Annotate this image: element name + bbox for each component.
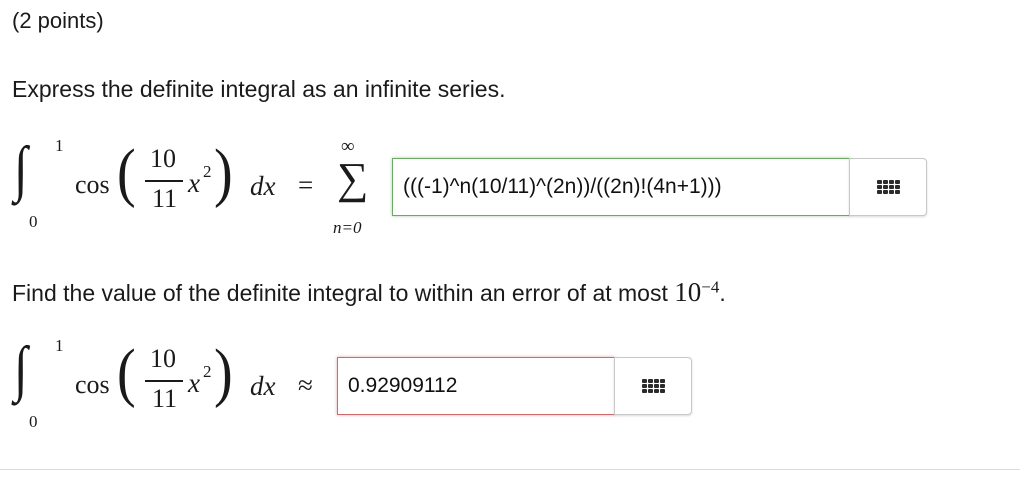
question1-prompt: Express the definite integral as an infi… [12, 76, 506, 102]
integral-expression-1: ∫ 1 0 cos ( 10 11 x 2 ) dx = ∞ ∑ n=0 [0, 130, 390, 240]
keypad-grid-icon [876, 180, 900, 194]
integral-upper-limit: 1 [55, 336, 64, 355]
integral-sign: ∫ [14, 335, 28, 403]
series-answer-input[interactable]: (((-1)^n(10/11)^(2n))/((2n)!(4n+1))) [392, 158, 850, 216]
fraction-numerator: 10 [150, 144, 176, 173]
fraction-bar [145, 180, 183, 182]
integral-upper-limit: 1 [55, 136, 64, 155]
keypad-button-2[interactable] [614, 357, 692, 415]
right-paren: ) [214, 336, 233, 409]
fraction-denominator: 11 [152, 184, 178, 213]
exponent: 2 [203, 162, 212, 181]
integral-sign: ∫ [14, 135, 28, 203]
left-paren: ( [117, 136, 136, 209]
exponent: 2 [203, 362, 212, 381]
fraction-bar [145, 380, 183, 382]
approx-sign: ≈ [298, 370, 313, 400]
question2-text: Find the value of the definite integral … [12, 280, 675, 306]
dx: dx [250, 371, 276, 401]
sigma-symbol: ∑ [337, 154, 369, 203]
left-paren: ( [117, 336, 136, 409]
cos-function: cos [75, 170, 110, 199]
sum-lower-limit: n=0 [333, 218, 362, 237]
points-label: (2 points) [12, 8, 104, 33]
equals-sign: = [298, 170, 314, 200]
error-exponent: −4 [701, 277, 720, 297]
keypad-grid-icon [641, 379, 665, 393]
integral-value-input[interactable]: 0.92909112 [337, 357, 615, 415]
integral-lower-limit: 0 [29, 412, 38, 431]
right-paren: ) [214, 136, 233, 209]
fraction-denominator: 11 [152, 384, 178, 413]
period: . [719, 280, 726, 306]
keypad-button-1[interactable] [849, 158, 927, 216]
bottom-divider [0, 469, 1020, 470]
integral-lower-limit: 0 [29, 212, 38, 231]
dx: dx [250, 171, 276, 201]
question2-prompt: Find the value of the definite integral … [12, 277, 726, 308]
error-base: 10 [674, 277, 702, 307]
fraction-numerator: 10 [150, 344, 176, 373]
cos-function: cos [75, 370, 110, 399]
integral-expression-2: ∫ 1 0 cos ( 10 11 x 2 ) dx ≈ [0, 330, 340, 440]
variable-x: x [188, 168, 200, 198]
variable-x: x [188, 368, 200, 398]
